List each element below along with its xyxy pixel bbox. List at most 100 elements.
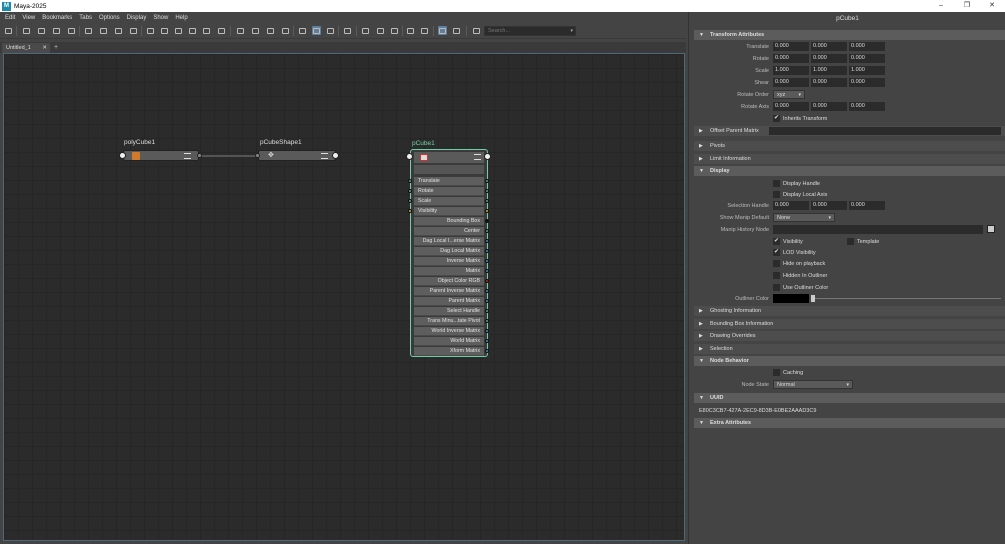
- visibility-checkbox[interactable]: ✔: [773, 238, 780, 245]
- section-pivots[interactable]: ▶ Pivots: [694, 141, 1005, 151]
- unpin-button[interactable]: [266, 26, 275, 35]
- attribute-output-port[interactable]: [485, 179, 489, 183]
- attribute-row[interactable]: Parent Matrix: [414, 297, 484, 306]
- selection-handle-z-field[interactable]: 0.000: [849, 201, 885, 210]
- scale-y-field[interactable]: 1.000: [811, 66, 847, 75]
- node-pcubeshape1[interactable]: ✥: [258, 150, 336, 161]
- attribute-row[interactable]: Inverse Matrix: [414, 257, 484, 266]
- shear-z-field[interactable]: 0.000: [849, 78, 885, 87]
- rotate-order-select[interactable]: xyz ▾: [773, 90, 805, 99]
- rotate-y-field[interactable]: 0.000: [811, 54, 847, 63]
- full-mode-button[interactable]: [174, 26, 183, 35]
- node-output-port[interactable]: [484, 153, 491, 160]
- attribute-output-port[interactable]: [485, 239, 489, 243]
- attribute-input-port[interactable]: [408, 179, 412, 183]
- menu-bookmarks[interactable]: Bookmarks: [42, 15, 72, 21]
- close-window-button[interactable]: ✕: [981, 0, 1003, 12]
- offset-parent-matrix-field[interactable]: [769, 127, 1001, 135]
- menu-show[interactable]: Show: [153, 15, 168, 21]
- attribute-output-port[interactable]: [485, 329, 489, 333]
- attribute-output-port[interactable]: [485, 209, 489, 213]
- section-uuid[interactable]: ▼ UUID: [694, 393, 1005, 403]
- minimize-button[interactable]: –: [930, 0, 952, 12]
- section-limit-information[interactable]: ▶ Limit Information: [694, 154, 1005, 164]
- node-output-port[interactable]: [197, 153, 202, 158]
- rotate-axis-y-field[interactable]: 0.000: [811, 102, 847, 111]
- highlight-toggle[interactable]: [438, 26, 447, 35]
- graph-input-output-button[interactable]: [4, 26, 13, 35]
- layout-horizontal-button[interactable]: [114, 26, 123, 35]
- attribute-row[interactable]: Select Handle: [414, 307, 484, 316]
- attribute-row[interactable]: Matrix: [414, 267, 484, 276]
- attribute-row[interactable]: Translate: [414, 177, 484, 186]
- translate-x-field[interactable]: 0.000: [773, 42, 809, 51]
- grid-show-button[interactable]: [376, 26, 385, 35]
- display-local-axis-checkbox[interactable]: [773, 191, 780, 198]
- color-tag-button[interactable]: [452, 26, 461, 35]
- node-filter-row[interactable]: [414, 165, 484, 174]
- hidden-in-outliner-checkbox[interactable]: [773, 272, 780, 279]
- search-dropdown-icon[interactable]: ▾: [570, 27, 573, 35]
- attribute-output-port[interactable]: [485, 339, 489, 343]
- add-selected-button[interactable]: [67, 26, 76, 35]
- attribute-row[interactable]: Xform Matrix: [414, 347, 484, 356]
- rotate-z-field[interactable]: 0.000: [849, 54, 885, 63]
- node-menu-icon[interactable]: [474, 154, 481, 160]
- section-ghosting-information[interactable]: ▶ Ghosting Information: [694, 306, 1005, 316]
- search-nodes-button[interactable]: [202, 26, 211, 35]
- lock-button[interactable]: [343, 26, 352, 35]
- attribute-output-port[interactable]: [485, 289, 489, 293]
- section-extra-attributes[interactable]: ▼ Extra Attributes: [694, 418, 1005, 428]
- new-tab-button[interactable]: +: [54, 43, 58, 53]
- tab-untitled-1[interactable]: Untitled_1 ✕: [2, 43, 50, 53]
- section-bounding-box-information[interactable]: ▶ Bounding Box Information: [694, 319, 1005, 329]
- maximize-button[interactable]: ❐: [956, 0, 978, 12]
- attribute-row[interactable]: Rotate: [414, 187, 484, 196]
- shear-x-field[interactable]: 0.000: [773, 78, 809, 87]
- attribute-output-port[interactable]: [485, 189, 489, 193]
- attribute-output-port[interactable]: [485, 319, 489, 323]
- tab-close-icon[interactable]: ✕: [42, 43, 47, 53]
- node-menu-icon[interactable]: [321, 153, 328, 159]
- clear-graph-button[interactable]: [52, 26, 61, 35]
- manip-history-node-field[interactable]: [773, 225, 983, 234]
- menu-view[interactable]: View: [22, 15, 35, 21]
- scale-z-field[interactable]: 1.000: [849, 66, 885, 75]
- zoom-button[interactable]: [390, 26, 399, 35]
- menu-edit[interactable]: Edit: [5, 15, 15, 21]
- rotate-axis-z-field[interactable]: 0.000: [849, 102, 885, 111]
- unpin-all-button[interactable]: [281, 26, 290, 35]
- snapshot-button[interactable]: [217, 26, 226, 35]
- translate-z-field[interactable]: 0.000: [849, 42, 885, 51]
- caching-checkbox[interactable]: [773, 369, 780, 376]
- pin-all-button[interactable]: [251, 26, 260, 35]
- node-polycube1[interactable]: [123, 150, 199, 161]
- show-manip-default-select[interactable]: None ▾: [773, 213, 835, 222]
- attribute-row[interactable]: Trans Minu...tate Pivot: [414, 317, 484, 326]
- attribute-row[interactable]: World Inverse Matrix: [414, 327, 484, 336]
- attribute-row[interactable]: Center: [414, 227, 484, 236]
- section-node-behavior[interactable]: ▼ Node Behavior: [694, 356, 1005, 366]
- connected-mode-button[interactable]: [160, 26, 169, 35]
- auto-layout-button[interactable]: [406, 26, 415, 35]
- attribute-row[interactable]: Parent Inverse Matrix: [414, 287, 484, 296]
- attribute-output-port[interactable]: [485, 349, 489, 353]
- attribute-output-port[interactable]: [485, 269, 489, 273]
- search-input[interactable]: Search... ▾: [484, 26, 576, 36]
- attribute-row[interactable]: Scale: [414, 197, 484, 206]
- attribute-output-port[interactable]: [485, 229, 489, 233]
- node-graph-canvas[interactable]: [3, 53, 685, 541]
- attribute-output-port[interactable]: [485, 309, 489, 313]
- outliner-color-slider[interactable]: [811, 298, 1001, 299]
- inherits-transform-checkbox[interactable]: ✔: [773, 115, 780, 122]
- node-input-port[interactable]: [406, 153, 413, 160]
- align-button[interactable]: [420, 26, 429, 35]
- pin-button[interactable]: [236, 26, 245, 35]
- outliner-color-swatch[interactable]: [773, 294, 809, 303]
- attribute-output-port[interactable]: [485, 299, 489, 303]
- attribute-input-port[interactable]: [408, 199, 412, 203]
- attribute-output-port[interactable]: [485, 279, 489, 283]
- node-pcube1[interactable]: Translate Rotate Scale Visibility Bounding B…: [410, 149, 488, 357]
- fit-view-button[interactable]: [472, 26, 481, 35]
- filter-toggle[interactable]: [326, 26, 335, 35]
